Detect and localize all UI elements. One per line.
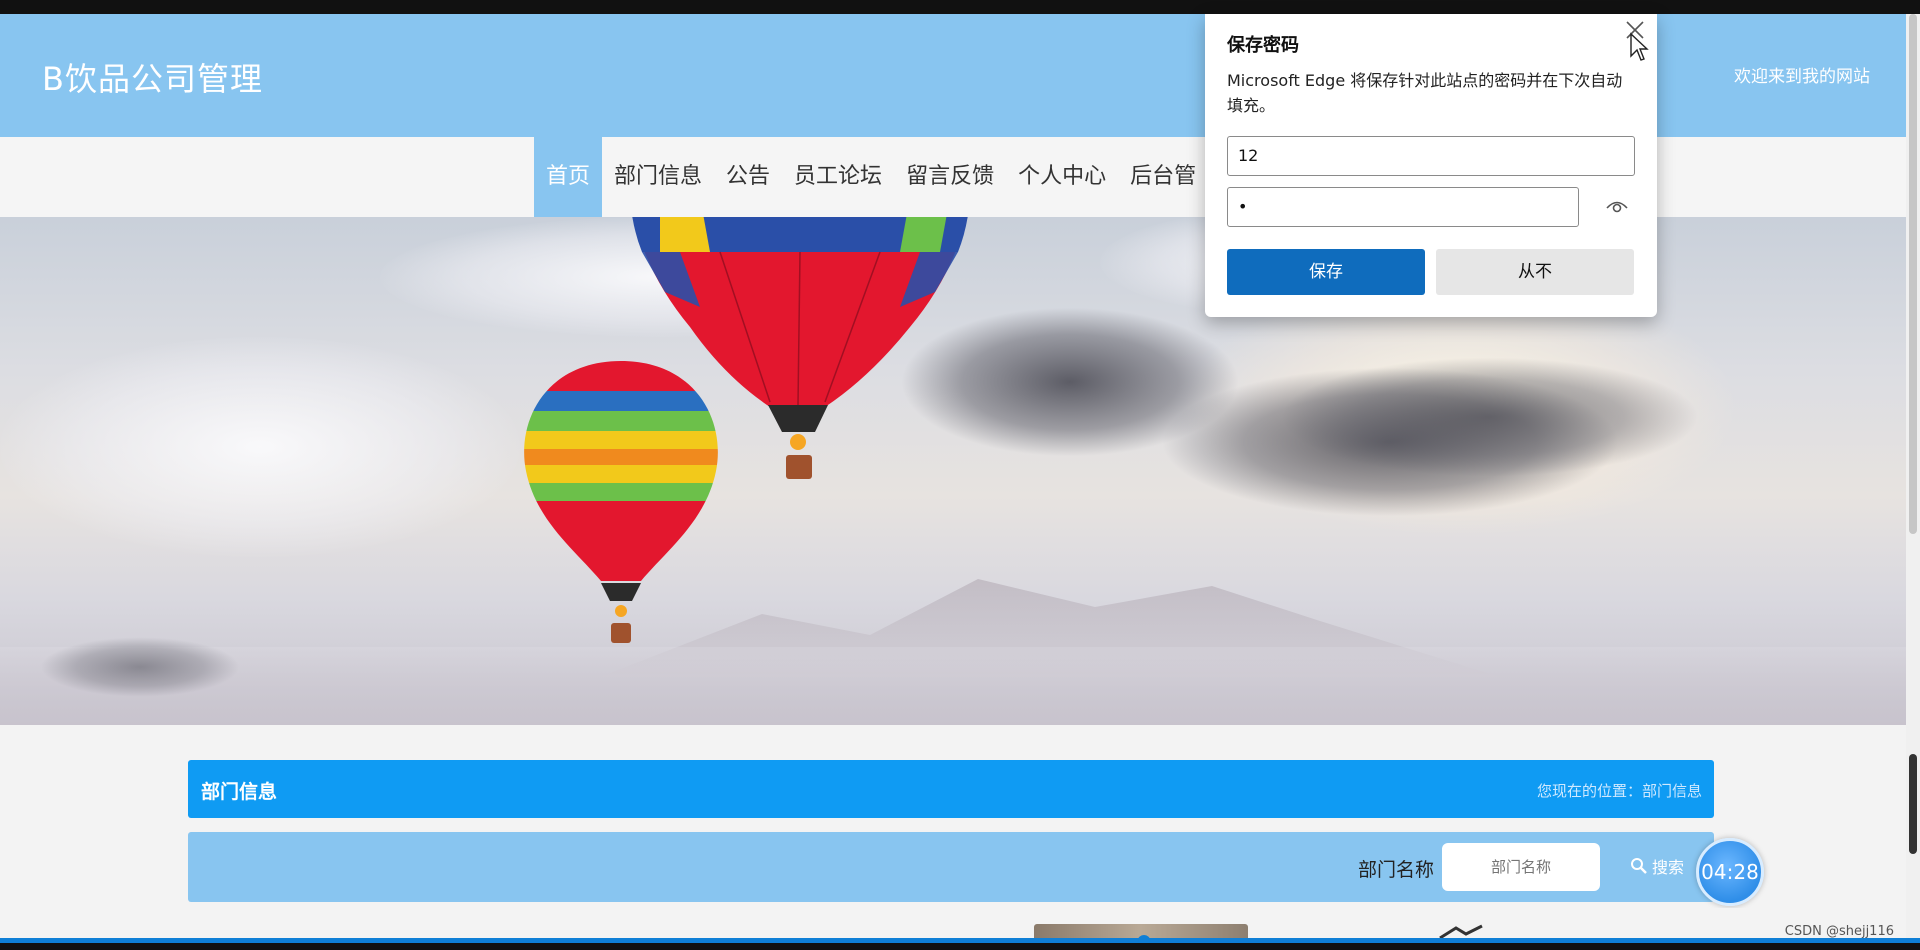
page-scrollbar[interactable] xyxy=(1906,14,1920,938)
nav-item-2[interactable]: 部门信息 xyxy=(602,137,714,217)
dark-cloud xyxy=(1280,357,1700,477)
nav-item-1[interactable]: 首页 xyxy=(534,137,603,217)
nav-item-7[interactable]: 后台管 xyxy=(1118,137,1208,217)
dialog-title: 保存密码 xyxy=(1227,35,1299,56)
department-panel-header: 部门信息 您现在的位置：部门信息 xyxy=(188,760,1714,818)
reveal-password-eye-icon[interactable] xyxy=(1605,196,1629,216)
search-icon xyxy=(1631,858,1647,874)
nav-item-5[interactable]: 留言反馈 xyxy=(894,137,1006,217)
search-button[interactable]: 搜索 xyxy=(1630,854,1684,878)
hot-air-balloon-small xyxy=(524,361,718,643)
password-field[interactable]: • xyxy=(1227,187,1579,227)
department-name-input[interactable] xyxy=(1442,843,1600,891)
cloud xyxy=(0,337,520,557)
nav-item-6[interactable]: 个人中心 xyxy=(1006,137,1118,217)
search-label: 部门名称 xyxy=(1358,859,1435,881)
breadcrumb-location: 您现在的位置：部门信息 xyxy=(1536,782,1702,800)
cloud-sea xyxy=(0,647,1906,725)
recording-timer: 04:28 xyxy=(1696,838,1764,906)
panel-title: 部门信息 xyxy=(201,781,278,803)
save-password-dialog: 保存密码 Microsoft Edge 将保存针对此站点的密码并在下次自动填充。… xyxy=(1205,14,1657,317)
screen-bottom-edge xyxy=(0,943,1920,950)
watermark: CSDN @shejj116 xyxy=(1784,924,1894,939)
scrollbar-thumb[interactable] xyxy=(1909,14,1917,534)
username-field[interactable]: 12 xyxy=(1227,136,1635,176)
dialog-description: Microsoft Edge 将保存针对此站点的密码并在下次自动填充。 xyxy=(1227,71,1623,115)
nav-items: 首页 部门信息 公告 员工论坛 留言反馈 个人中心 后台管 xyxy=(534,137,1208,217)
never-button[interactable]: 从不 xyxy=(1436,249,1634,295)
search-button-label: 搜索 xyxy=(1652,858,1685,877)
screen-top-edge xyxy=(0,0,1920,14)
nav-item-3[interactable]: 公告 xyxy=(714,137,782,217)
search-bar: 部门名称 搜索 xyxy=(188,832,1714,902)
nav-item-4[interactable]: 员工论坛 xyxy=(782,137,894,217)
browser-viewport: B饮品公司管理 欢迎来到我的网站 首页 部门信息 公告 员工论坛 留言反馈 个人中心 后台管 xyxy=(0,0,1920,950)
save-button[interactable]: 保存 xyxy=(1227,249,1425,295)
mouse-cursor-icon xyxy=(1630,32,1649,61)
dark-cloud xyxy=(40,637,240,697)
scrollbar-marker xyxy=(1909,754,1917,854)
welcome-text: 欢迎来到我的网站 xyxy=(1734,67,1870,87)
content-below-fold xyxy=(0,908,1906,938)
site-title: B饮品公司管理 xyxy=(42,60,263,98)
